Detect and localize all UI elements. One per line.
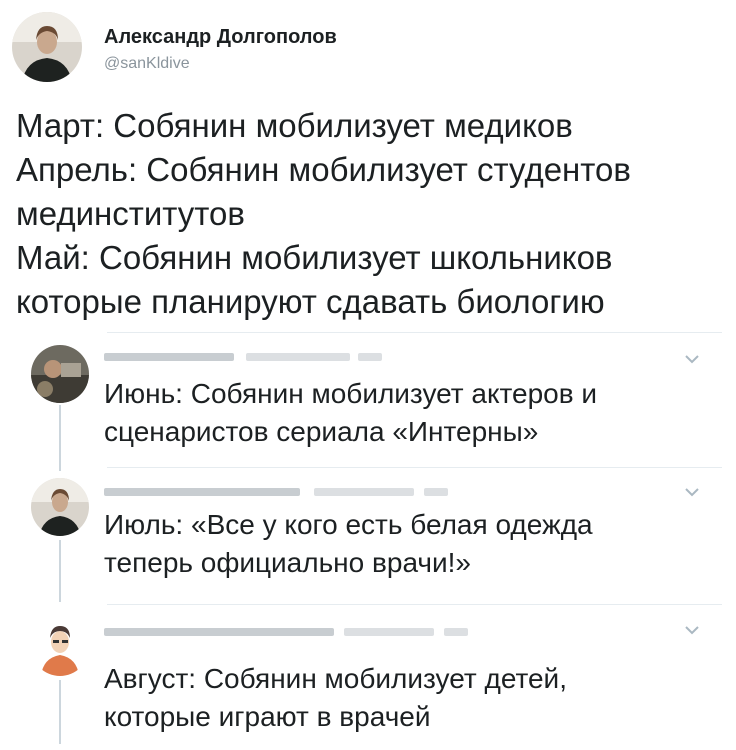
reply-avatar[interactable] bbox=[31, 618, 89, 676]
reply-avatar[interactable] bbox=[31, 478, 89, 536]
chevron-down-icon[interactable] bbox=[683, 486, 701, 498]
reply-line: теперь официально врачи!» bbox=[104, 547, 471, 578]
reply-line: Август: Собянин мобилизует детей, bbox=[104, 663, 567, 694]
reply-line: Июнь: Собянин мобилизует актеров и bbox=[104, 378, 598, 409]
author-name[interactable]: Александр Долгополов bbox=[104, 26, 337, 49]
tweet-text: Март: Собянин мобилизует медиков Апрель:… bbox=[16, 104, 726, 324]
reply-avatar[interactable] bbox=[31, 345, 89, 403]
tweet-line: Март: Собянин мобилизует медиков bbox=[16, 107, 573, 144]
thread-line bbox=[59, 540, 61, 602]
divider bbox=[107, 467, 722, 468]
divider bbox=[107, 332, 722, 333]
reply-line: сценаристов сериала «Интерны» bbox=[104, 416, 539, 447]
reply-avatar-image bbox=[31, 478, 89, 536]
author-handle[interactable]: @sanKldive bbox=[104, 55, 190, 73]
reply-text: Август: Собянин мобилизует детей, которы… bbox=[104, 660, 724, 736]
tweet-line: Май: Собянин мобилизует школьников bbox=[16, 239, 613, 276]
reply-line: которые играют в врачей bbox=[104, 701, 431, 732]
chevron-down-icon[interactable] bbox=[683, 353, 701, 365]
tweet-line: Апрель: Собянин мобилизует студентов bbox=[16, 151, 631, 188]
reply-text: Июнь: Собянин мобилизует актеров и сцена… bbox=[104, 375, 724, 451]
thread-line bbox=[59, 405, 61, 471]
chevron-down-icon[interactable] bbox=[683, 624, 701, 636]
reply-avatar-image bbox=[31, 618, 89, 676]
tweet-line: мединститутов bbox=[16, 195, 245, 232]
divider bbox=[107, 604, 722, 605]
thread-line bbox=[59, 680, 61, 744]
reply-text: Июль: «Все у кого есть белая одежда тепе… bbox=[104, 506, 724, 582]
reply-line: Июль: «Все у кого есть белая одежда bbox=[104, 509, 593, 540]
author-avatar[interactable] bbox=[12, 12, 82, 82]
author-avatar-image bbox=[12, 12, 82, 82]
reply-avatar-image bbox=[31, 345, 89, 403]
tweet-line: которые планируют сдавать биологию bbox=[16, 283, 605, 320]
